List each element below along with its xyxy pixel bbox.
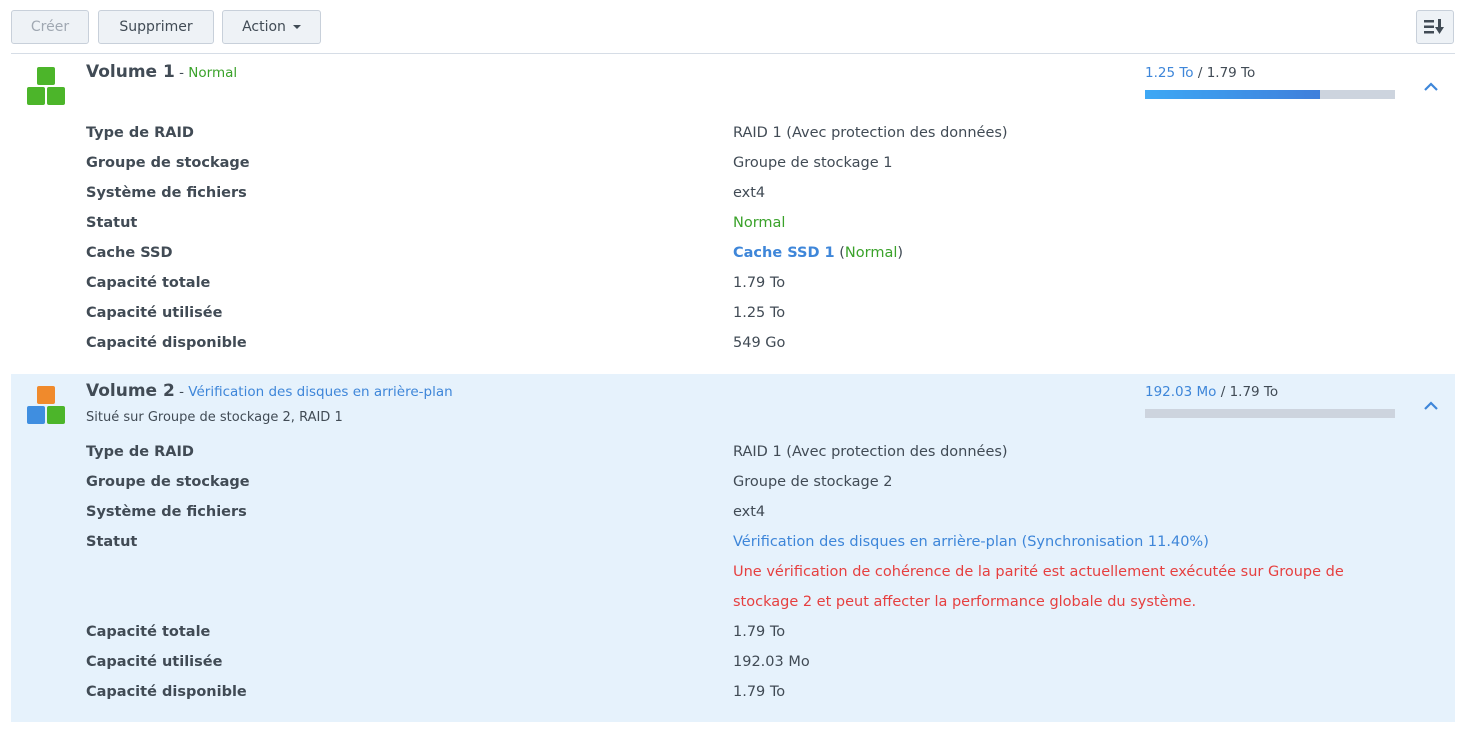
detail-row: Capacité totale 1.79 To — [86, 624, 786, 640]
detail-row: Type de RAID RAID 1 (Avec protection des … — [86, 444, 1008, 460]
sort-list-icon — [1424, 19, 1444, 34]
usage-text: 192.03 Mo / 1.79 To — [1145, 384, 1279, 400]
toolbar: Créer Supprimer Action — [11, 10, 1455, 54]
volume-1-panel[interactable]: Volume 1 - Normal 1.25 To / 1.79 To Type… — [11, 55, 1455, 373]
caret-down-icon — [292, 25, 301, 29]
volume-cubes-icon — [25, 67, 67, 107]
volume-title: Volume 1 - Normal — [86, 62, 238, 82]
detail-row: Cache SSD Cache SSD 1 (Normal) — [86, 245, 904, 261]
warning-text: stockage 2 et peut affecter la performan… — [733, 594, 1197, 610]
volume-title: Volume 2 - Vérification des disques en a… — [86, 381, 453, 401]
usage-bar-fill — [1145, 90, 1320, 99]
collapse-chevron-icon[interactable] — [1423, 398, 1439, 414]
action-button[interactable]: Action — [222, 10, 321, 44]
detail-row: Capacité utilisée 192.03 Mo — [86, 654, 810, 670]
detail-row: Type de RAID RAID 1 (Avec protection des … — [86, 125, 1008, 141]
delete-button[interactable]: Supprimer — [98, 10, 214, 44]
detail-row: Capacité utilisée 1.25 To — [86, 305, 786, 321]
detail-row: Système de fichiers ext4 — [86, 185, 766, 201]
volume-2-panel[interactable]: Volume 2 - Vérification des disques en a… — [11, 374, 1455, 722]
warning-row: stockage 2 et peut affecter la performan… — [86, 587, 1446, 617]
detail-row: Capacité disponible 549 Go — [86, 335, 786, 351]
sort-button[interactable] — [1416, 10, 1454, 44]
detail-row: Capacité totale 1.79 To — [86, 275, 786, 291]
usage-text: 1.25 To / 1.79 To — [1145, 65, 1256, 81]
volume-cubes-icon — [25, 386, 67, 426]
volume-status: Normal — [188, 65, 238, 81]
usage-bar — [1145, 90, 1395, 99]
warning-text: Une vérification de cohérence de la pari… — [733, 564, 1344, 580]
usage-bar — [1145, 409, 1395, 418]
create-button[interactable]: Créer — [11, 10, 89, 44]
volume-status: Vérification des disques en arrière-plan — [188, 384, 453, 400]
warning-row: Une vérification de cohérence de la pari… — [86, 557, 1446, 587]
detail-row: Statut Normal — [86, 215, 786, 231]
detail-row: Capacité disponible 1.79 To — [86, 684, 786, 700]
detail-row: Statut Vérification des disques en arrièr… — [86, 534, 1209, 550]
collapse-chevron-icon[interactable] — [1423, 79, 1439, 95]
detail-row: Système de fichiers ext4 — [86, 504, 766, 520]
ssd-cache-link[interactable]: Cache SSD 1 — [733, 245, 835, 261]
detail-row: Groupe de stockage Groupe de stockage 2 — [86, 474, 893, 490]
detail-row: Groupe de stockage Groupe de stockage 1 — [86, 155, 893, 171]
action-label: Action — [242, 19, 286, 35]
volume-subtitle: Situé sur Groupe de stockage 2, RAID 1 — [86, 410, 343, 425]
